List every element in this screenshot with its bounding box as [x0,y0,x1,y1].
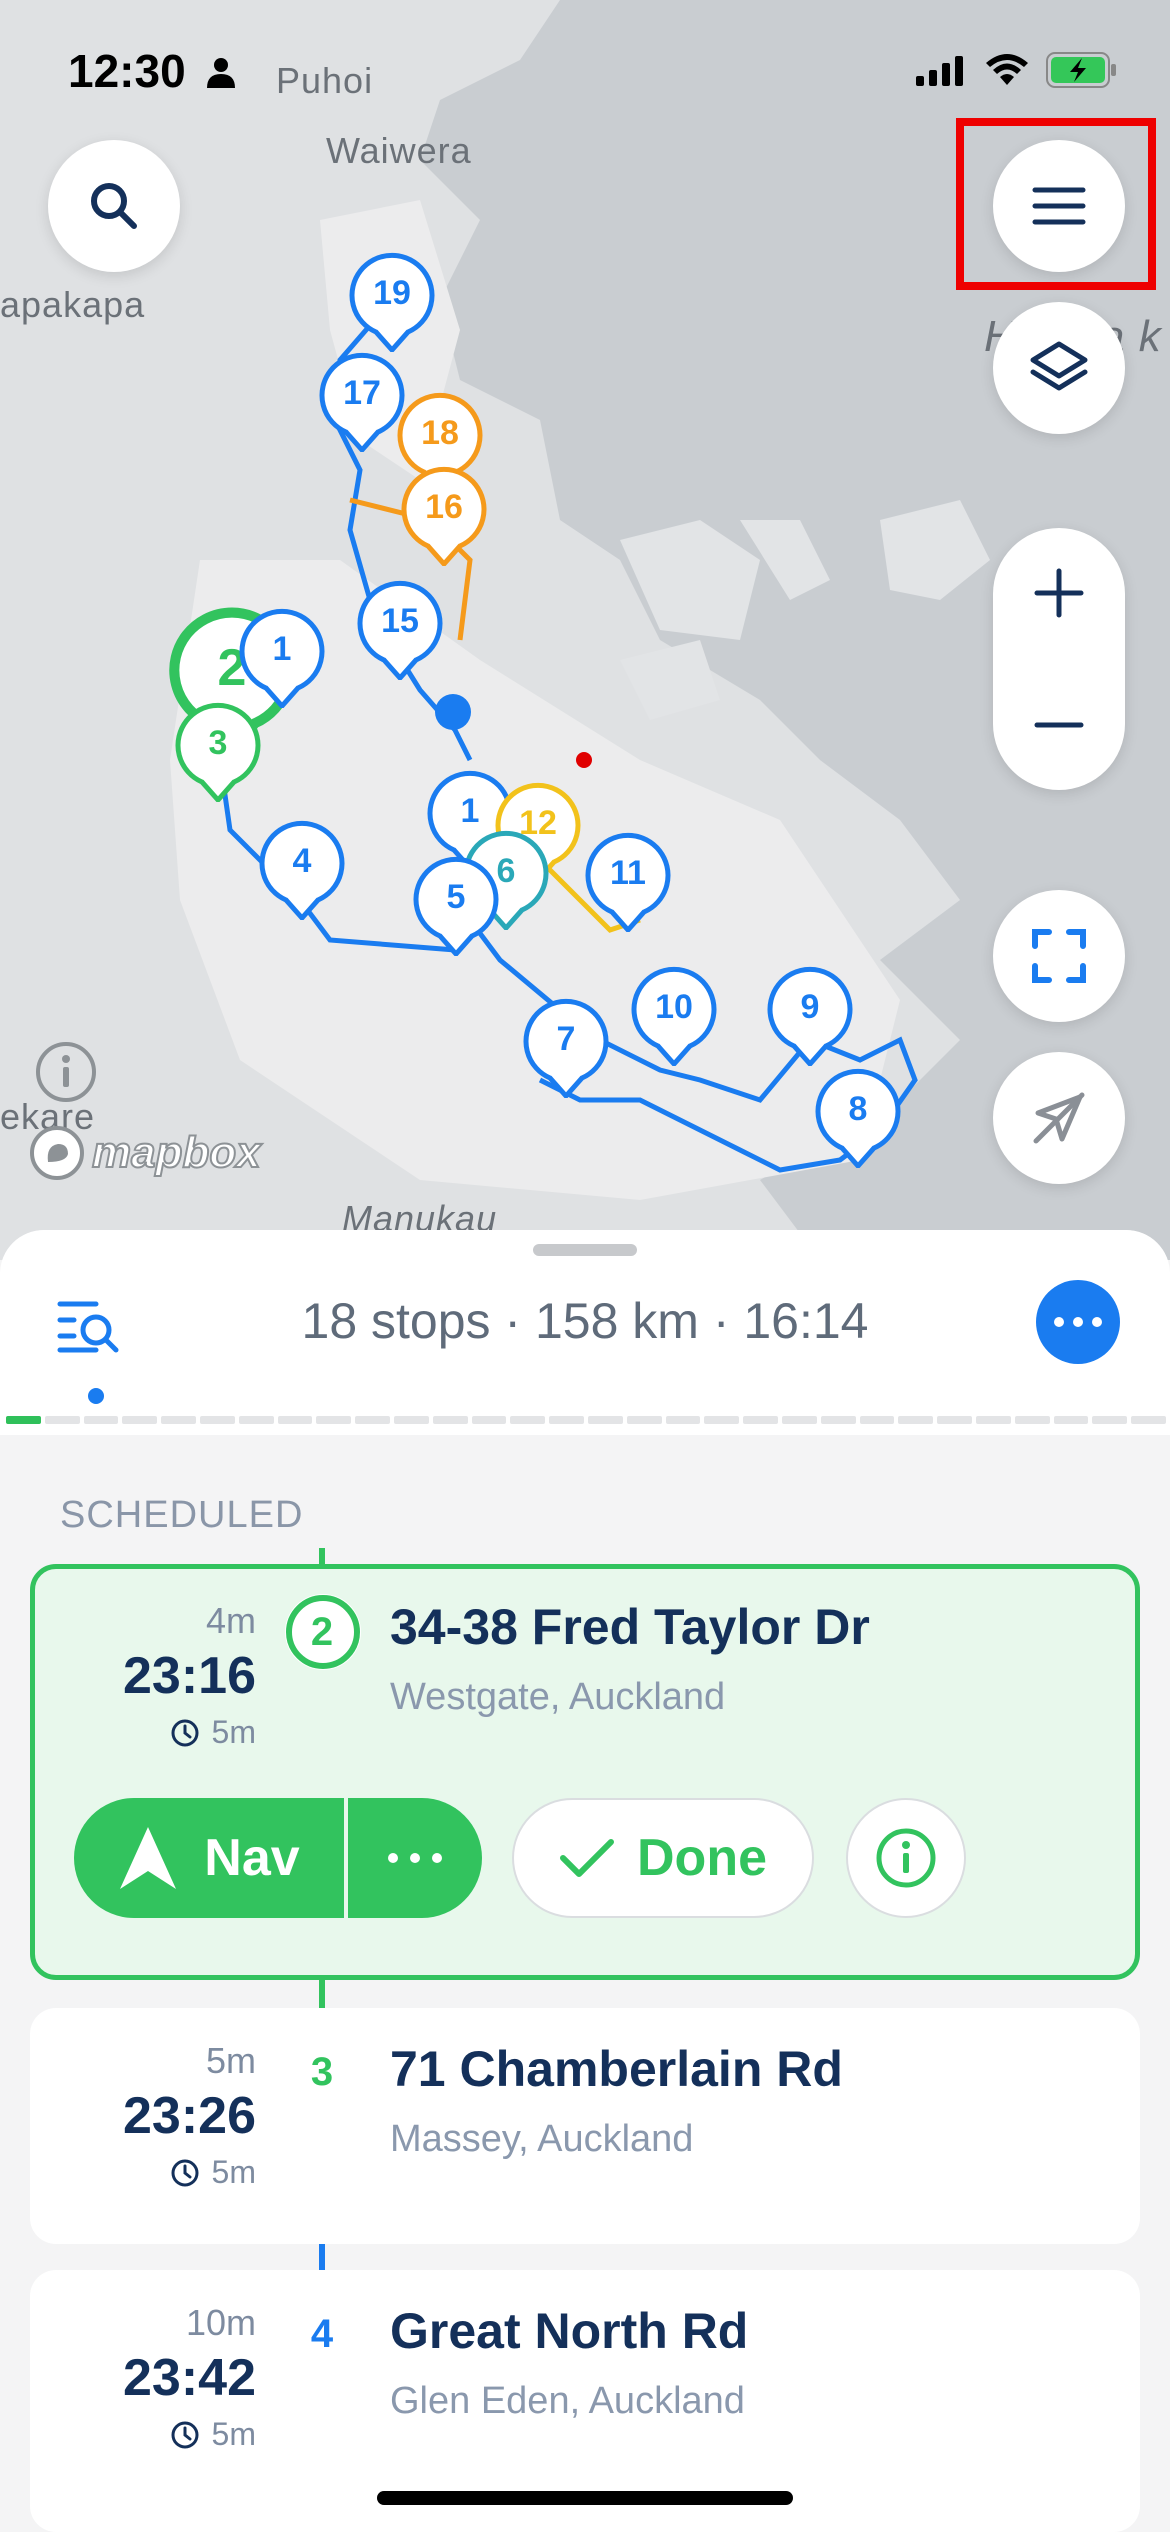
timer-icon [171,1719,199,1746]
stop-travel-time: 4m [205,1600,256,1641]
stop-arrival-time: 23:16 [123,1647,256,1705]
zoom-out-button[interactable] [993,660,1125,790]
map-pin-label: 15 [381,602,419,641]
map-pin[interactable]: 16 [392,462,496,568]
home-indicator [377,2491,793,2505]
stop-dwell: 5m [30,2416,256,2453]
timer-icon [171,2421,199,2448]
stop-arrival-time: 23:26 [123,2087,256,2145]
map-pin[interactable]: 1 [230,604,334,710]
timer-icon [171,2159,199,2186]
map-pin-label: 4 [292,842,312,881]
map-pin-label: 5 [446,878,466,917]
mapbox-icon [30,1126,84,1180]
progress-indicator-dot [88,1388,104,1404]
map-pin-label: 7 [556,1020,576,1059]
map-pin[interactable]: 4 [250,816,354,922]
search-icon [91,183,137,229]
map-pin-label: 8 [848,1090,868,1129]
more-icon [388,1853,442,1863]
stop-address: Great North Rd [390,2303,749,2359]
zoom-in-button[interactable] [993,528,1125,658]
stop-eta: 10m 23:42 5m [30,2302,256,2453]
stop-address: 34-38 Fred Taylor Dr [390,1599,870,1655]
wifi-icon [986,54,1028,85]
stop-info-button[interactable] [846,1798,966,1918]
person-icon [207,58,235,88]
map-pin-label: 9 [800,988,820,1027]
stop-dwell: 5m [30,2154,256,2191]
map-pin[interactable]: 3 [166,698,270,804]
stop-locality: Westgate, Auckland [390,1676,726,1718]
stop-address: 71 Chamberlain Rd [390,2041,843,2097]
more-options-button[interactable] [1036,1280,1120,1364]
map-pin[interactable]: 10 [622,962,726,1068]
map-pin[interactable]: 19 [340,248,444,354]
route-summary: 18 stops · 158 km · 16:14 [301,1293,869,1349]
stop-dwell-time: 5m [211,1714,256,1750]
more-icon [1054,1317,1102,1327]
stop-dwell-time: 5m [211,2154,256,2190]
status-icons [916,52,1118,88]
stop-eta: 4m 23:16 5m [30,1600,256,1751]
map-pin-label: 1 [272,630,292,669]
map-pin-label: 3 [208,724,228,763]
nav-label: Nav [204,1829,300,1887]
section-label-scheduled: SCHEDULED [60,1494,304,1536]
recenter-button[interactable] [993,1052,1125,1184]
status-time: 12:30 [68,45,186,97]
battery-icon [1046,52,1116,88]
search-button[interactable] [48,140,180,272]
sheet-grabber[interactable] [533,1244,637,1256]
map-pin[interactable]: 11 [576,828,680,934]
stop-travel-time: 10m [185,2302,256,2343]
map-pin[interactable]: 15 [348,576,452,682]
zoom-out-icon [1034,722,1084,728]
map-pin[interactable]: 5 [404,852,508,958]
navigation-arrow-icon [120,1827,177,1889]
stop-arrival-time: 23:42 [123,2349,256,2407]
zoom-in-icon [1034,568,1084,618]
mapbox-wordmark: mapbox [91,1127,262,1178]
done-button[interactable]: Done [512,1798,814,1918]
map-pin[interactable]: 9 [758,962,862,1068]
map-view[interactable]: Puhoi Waiwera apakapa ekare Manukau H a … [0,0,1170,1260]
stop-number: 4 [310,2312,334,2356]
nav-button[interactable]: Nav [74,1798,344,1918]
stop-number: 2 [310,1610,334,1654]
map-pin-label: 11 [610,854,646,893]
fullscreen-button[interactable] [993,890,1125,1022]
layers-icon [1030,341,1088,391]
recenter-icon [1033,1092,1085,1144]
map-pin[interactable]: 7 [514,994,618,1100]
nav-more-button[interactable] [348,1798,482,1918]
stop-dwell: 5m [30,1714,256,1751]
route-progress-bar [6,1416,1166,1424]
highlight-box [956,118,1156,290]
stop-locality: Massey, Auckland [390,2118,694,2160]
signal-icon [916,56,963,86]
zoom-control [993,528,1125,790]
info-icon [876,1828,936,1888]
map-pin-label: 16 [425,488,463,527]
place-label: apakapa [0,284,146,325]
stop-travel-time: 5m [205,2040,256,2081]
map-pin[interactable]: 8 [806,1064,910,1170]
checkmark-icon [560,1839,614,1877]
done-label: Done [637,1829,767,1887]
stop-number: 3 [310,2050,334,2094]
stop-dwell-time: 5m [211,2416,256,2452]
mapbox-logo: mapbox [28,1124,262,1182]
info-icon[interactable] [34,1040,98,1104]
map-pin-label: 19 [373,274,411,313]
fullscreen-icon [1032,929,1086,983]
stop-eta: 5m 23:26 5m [30,2040,256,2191]
sheet-header: 18 stops · 158 km · 16:14 [0,1230,1170,1435]
stop-locality: Glen Eden, Auckland [390,2380,745,2422]
layers-button[interactable] [993,302,1125,434]
map-pin-label: 10 [655,988,693,1027]
